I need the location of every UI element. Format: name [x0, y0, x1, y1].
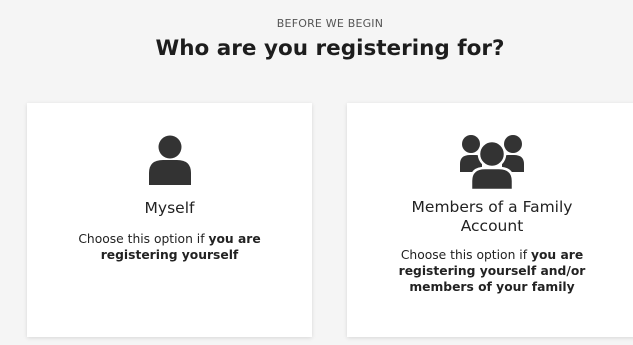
option-title: Members of a Family Account	[411, 198, 573, 235]
family-group-icon	[460, 135, 524, 190]
option-card-family-account[interactable]: Members of a Family Account Choose this …	[347, 103, 633, 337]
option-description: Choose this option if you are registerin…	[398, 248, 586, 294]
option-card-myself[interactable]: Myself Choose this option if you are reg…	[27, 103, 312, 337]
option-title: Myself	[144, 199, 195, 217]
option-description: Choose this option if you are registerin…	[78, 232, 261, 262]
user-icon	[148, 135, 191, 185]
page-title: Who are you registering for?	[155, 36, 505, 61]
eyebrow-label: BEFORE WE BEGIN	[276, 17, 384, 30]
